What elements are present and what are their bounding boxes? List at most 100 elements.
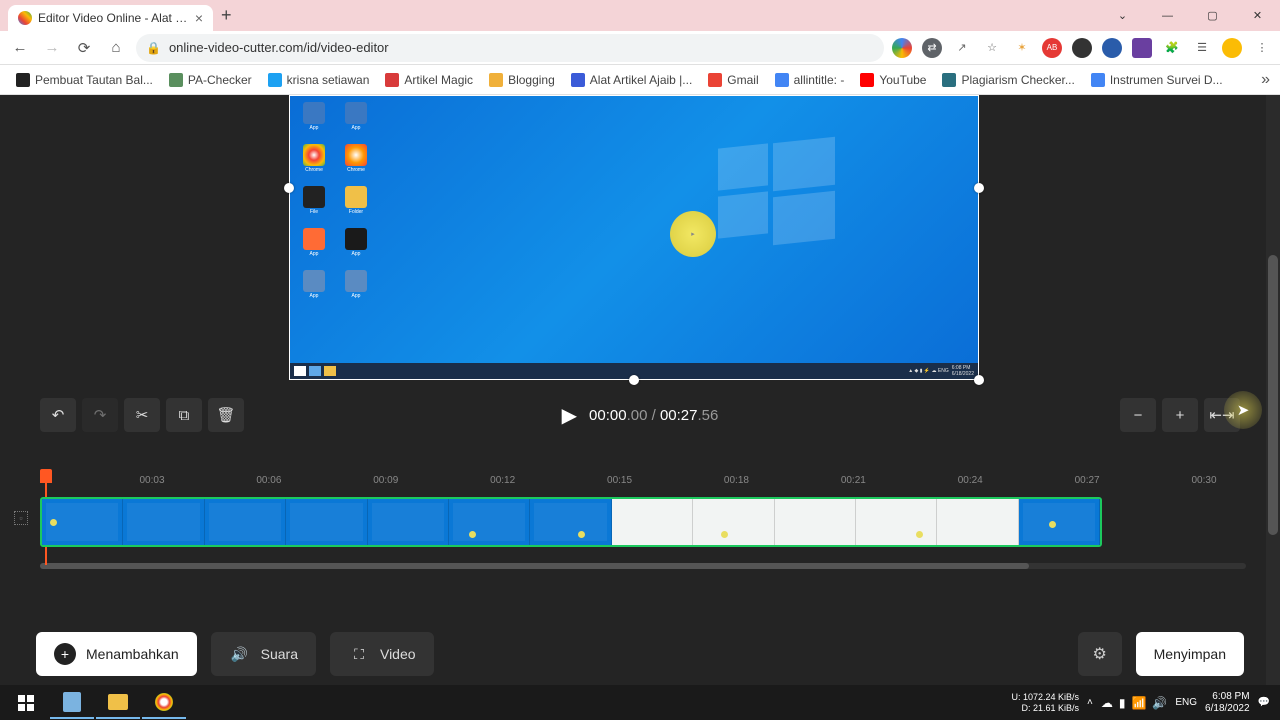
clip-thumbnail[interactable] bbox=[856, 499, 937, 545]
bookmark-item[interactable]: Blogging bbox=[483, 70, 561, 90]
add-media-button[interactable]: + Menambahkan bbox=[36, 632, 197, 676]
tray-battery-icon[interactable]: ▮ bbox=[1119, 696, 1126, 710]
bookmark-item[interactable]: Gmail bbox=[702, 70, 764, 90]
crop-handle-corner[interactable] bbox=[974, 375, 984, 385]
ext-circle-icon[interactable] bbox=[1102, 38, 1122, 58]
bookmark-item[interactable]: Artikel Magic bbox=[379, 70, 479, 90]
new-tab-button[interactable]: + bbox=[221, 5, 232, 26]
taskbar-explorer[interactable] bbox=[96, 687, 140, 719]
window-minimize-button[interactable]: ― bbox=[1145, 0, 1190, 31]
tray-onedrive-icon[interactable]: ☁ bbox=[1101, 696, 1113, 710]
ext-translate-icon[interactable]: ⇄ bbox=[922, 38, 942, 58]
add-track-button[interactable]: ▫ bbox=[14, 511, 28, 525]
crop-handle-left[interactable] bbox=[284, 183, 294, 193]
clip-thumbnail[interactable] bbox=[530, 499, 611, 545]
timeline-scrollbar-thumb[interactable] bbox=[40, 563, 1029, 569]
zoom-out-button[interactable]: − bbox=[1120, 398, 1156, 432]
tab-close-icon[interactable]: × bbox=[195, 10, 203, 26]
address-bar[interactable]: 🔒 online-video-cutter.com/id/video-edito… bbox=[136, 34, 884, 62]
bookmarks-overflow[interactable]: » bbox=[1261, 71, 1270, 89]
page-scrollbar[interactable] bbox=[1266, 95, 1280, 685]
ruler-tick: 00:03 bbox=[139, 475, 164, 486]
clip-thumbnail[interactable] bbox=[368, 499, 449, 545]
ruler-tick: 00:15 bbox=[607, 475, 632, 486]
window-maximize-button[interactable]: ▢ bbox=[1190, 0, 1235, 31]
preview-desktop-icons: App App Chrome Chrome File Folder App Ap… bbox=[298, 102, 378, 308]
play-button[interactable]: ▶ bbox=[562, 403, 577, 428]
clip-thumbnail[interactable] bbox=[123, 499, 204, 545]
video-preview[interactable]: App App Chrome Chrome File Folder App Ap… bbox=[289, 95, 979, 380]
taskbar-clock[interactable]: 6:08 PM 6/18/2022 bbox=[1205, 691, 1250, 715]
browser-tab[interactable]: Editor Video Online - Alat Penge × bbox=[8, 5, 213, 31]
settings-button[interactable]: ⚙ bbox=[1078, 632, 1122, 676]
undo-button[interactable]: ↶ bbox=[40, 398, 76, 432]
profile-avatar[interactable] bbox=[1222, 38, 1242, 58]
tray-wifi-icon[interactable]: 📶 bbox=[1131, 696, 1146, 710]
redo-button[interactable]: ↷ bbox=[82, 398, 118, 432]
bookmark-item[interactable]: Plagiarism Checker... bbox=[936, 70, 1080, 90]
ext-square-icon[interactable] bbox=[1132, 38, 1152, 58]
timeline[interactable]: 00:0300:0600:0900:1200:1500:1800:2100:24… bbox=[34, 475, 1246, 569]
notifications-icon[interactable]: 💬 bbox=[1258, 697, 1270, 708]
tab-title: Editor Video Online - Alat Penge bbox=[38, 11, 189, 25]
forward-button[interactable]: → bbox=[40, 36, 64, 60]
bookmark-item[interactable]: Pembuat Tautan Bal... bbox=[10, 70, 159, 90]
zoom-in-button[interactable]: + bbox=[1162, 398, 1198, 432]
tray-volume-icon[interactable]: 🔊 bbox=[1152, 696, 1167, 710]
delete-button[interactable]: 🗑 bbox=[208, 398, 244, 432]
bookmark-item[interactable]: Instrumen Survei D... bbox=[1085, 70, 1229, 90]
ext-dark-icon[interactable] bbox=[1072, 38, 1092, 58]
clip-thumbnail[interactable] bbox=[449, 499, 530, 545]
crop-handle-right[interactable] bbox=[974, 183, 984, 193]
clip-thumbnail[interactable] bbox=[205, 499, 286, 545]
bookmark-item[interactable]: Alat Artikel Ajaib |... bbox=[565, 70, 699, 90]
url-text: online-video-cutter.com/id/video-editor bbox=[169, 40, 389, 55]
clip-thumbnail[interactable] bbox=[612, 499, 693, 545]
start-button[interactable] bbox=[4, 687, 48, 719]
clip-thumbnail[interactable] bbox=[42, 499, 123, 545]
reload-button[interactable]: ⟳ bbox=[72, 36, 96, 60]
reading-list-icon[interactable]: ☰ bbox=[1192, 38, 1212, 58]
ruler-tick: 00:06 bbox=[256, 475, 281, 486]
language-indicator[interactable]: ENG bbox=[1175, 697, 1197, 708]
taskbar-chrome[interactable] bbox=[142, 687, 186, 719]
ext-adblock-icon[interactable]: AB bbox=[1042, 38, 1062, 58]
cut-button[interactable]: ✂ bbox=[124, 398, 160, 432]
ext-google-icon[interactable] bbox=[892, 38, 912, 58]
speaker-icon: 🔊 bbox=[229, 643, 251, 665]
bookmark-item[interactable]: PA-Checker bbox=[163, 70, 258, 90]
taskbar-notepad[interactable] bbox=[50, 687, 94, 719]
home-button[interactable]: ⌂ bbox=[104, 36, 128, 60]
ruler-tick: 00:12 bbox=[490, 475, 515, 486]
ext-puzzle-icon[interactable]: ✶ bbox=[1012, 38, 1032, 58]
video-settings-button[interactable]: ⛶ Video bbox=[330, 632, 434, 676]
window-close-button[interactable]: ✕ bbox=[1235, 0, 1280, 31]
chrome-menu-icon[interactable]: ⋮ bbox=[1252, 38, 1272, 58]
tray-chevron-icon[interactable]: ˄ bbox=[1087, 697, 1093, 708]
bookmark-item[interactable]: allintitle: - bbox=[769, 70, 851, 90]
bookmark-item[interactable]: YouTube bbox=[854, 70, 932, 90]
timeline-scrollbar[interactable] bbox=[40, 563, 1246, 569]
clip-thumbnail[interactable] bbox=[286, 499, 367, 545]
bookmark-item[interactable]: krisna setiawan bbox=[262, 70, 376, 90]
bookmark-star-icon[interactable]: ☆ bbox=[982, 38, 1002, 58]
back-button[interactable]: ← bbox=[8, 36, 32, 60]
clip-thumbnail[interactable] bbox=[937, 499, 1018, 545]
chrome-account-chevron[interactable]: ⌄ bbox=[1100, 0, 1145, 31]
extensions-icon[interactable]: 🧩 bbox=[1162, 38, 1182, 58]
preview-cursor-highlight: ▸ bbox=[670, 211, 716, 257]
clip-thumbnail[interactable] bbox=[693, 499, 774, 545]
clip-thumbnail[interactable] bbox=[775, 499, 856, 545]
save-button[interactable]: Menyimpan bbox=[1136, 632, 1244, 676]
share-icon[interactable]: ↗ bbox=[952, 38, 972, 58]
sound-button[interactable]: 🔊 Suara bbox=[211, 632, 316, 676]
clip-thumbnail[interactable] bbox=[1019, 499, 1100, 545]
video-clip[interactable] bbox=[40, 497, 1102, 547]
copy-button[interactable]: ⧉ bbox=[166, 398, 202, 432]
crop-icon: ⛶ bbox=[348, 643, 370, 665]
add-media-label: Menambahkan bbox=[86, 646, 179, 662]
timeline-ruler[interactable]: 00:0300:0600:0900:1200:1500:1800:2100:24… bbox=[34, 475, 1246, 497]
ruler-tick: 00:24 bbox=[958, 475, 983, 486]
system-tray[interactable]: ☁ ▮ 📶 🔊 bbox=[1101, 696, 1168, 710]
crop-handle-bottom[interactable] bbox=[629, 375, 639, 385]
